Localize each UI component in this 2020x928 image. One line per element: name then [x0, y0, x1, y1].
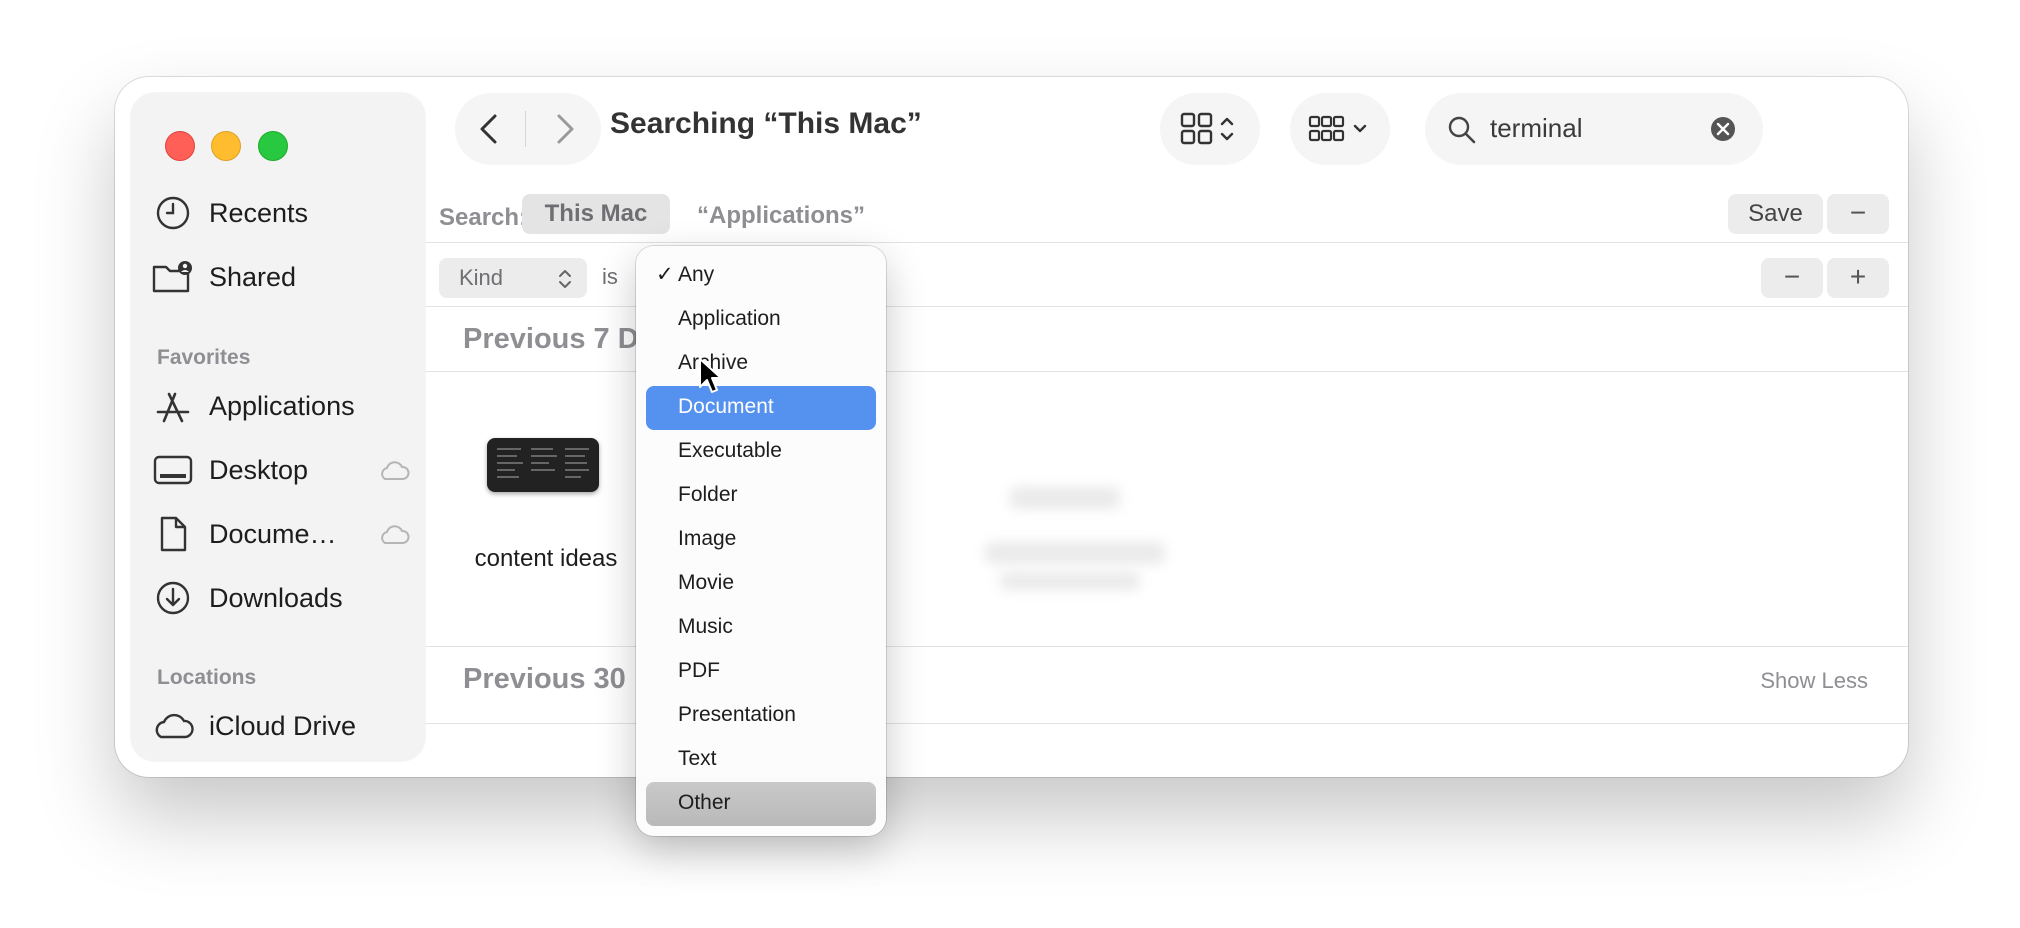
menu-item-label: Presentation — [678, 703, 796, 726]
menu-item-image[interactable]: Image — [646, 518, 876, 562]
menu-item-document[interactable]: Document — [646, 386, 876, 430]
attribute-value: Kind — [459, 265, 504, 290]
sidebar-item-label: iCloud Drive — [209, 710, 357, 741]
sidebar-item-label: Applications — [209, 390, 355, 421]
icloud-icon — [151, 706, 195, 746]
sidebar: Recents Shared Favorites Applications De… — [131, 93, 425, 761]
minimize-button[interactable] — [211, 131, 241, 161]
sidebar-item-downloads[interactable]: Downloads — [151, 574, 411, 622]
menu-item-label: Movie — [678, 571, 735, 594]
menu-item-presentation[interactable]: Presentation — [646, 694, 876, 738]
sidebar-item-documents[interactable]: Docume… — [151, 510, 411, 558]
group-by-button[interactable] — [1290, 93, 1390, 165]
downloads-icon — [151, 578, 195, 618]
menu-item-label: Application — [678, 307, 781, 330]
menu-item-folder[interactable]: Folder — [646, 474, 876, 518]
scope-applications-button[interactable]: “Applications” — [697, 202, 865, 230]
document-icon — [151, 514, 195, 554]
sidebar-item-applications[interactable]: Applications — [151, 382, 411, 430]
favorites-heading: Favorites — [157, 346, 251, 369]
blurred-content — [985, 542, 1165, 564]
show-less-button[interactable]: Show Less — [1760, 668, 1868, 694]
icon-grid-icon — [1180, 112, 1234, 145]
forward-button[interactable] — [553, 113, 577, 150]
menu-item-label: Document — [678, 395, 774, 418]
sidebar-item-label: Recents — [209, 197, 309, 228]
add-criteria-button[interactable]: + — [1827, 258, 1889, 298]
kind-dropdown-menu: ✓ Any Application Archive Document Execu… — [636, 246, 886, 836]
shared-folder-icon — [151, 257, 195, 297]
chevron-left-icon — [480, 114, 497, 144]
back-button[interactable] — [477, 113, 501, 150]
search-icon — [1448, 116, 1476, 144]
sidebar-item-label: Shared — [209, 261, 297, 292]
attribute-popup[interactable]: Kind — [439, 258, 587, 298]
blurred-content — [1000, 572, 1140, 590]
locations-heading: Locations — [157, 666, 257, 689]
search-input[interactable]: terminal — [1490, 113, 1582, 144]
sidebar-item-desktop[interactable]: Desktop — [151, 446, 411, 494]
clock-icon — [151, 193, 195, 233]
clear-search-button[interactable] — [1710, 116, 1736, 147]
menu-item-label: PDF — [678, 659, 720, 682]
operator-label: is — [602, 264, 618, 289]
menu-item-label: Executable — [678, 439, 782, 462]
sidebar-item-label: Desktop — [209, 454, 309, 485]
sidebar-item-recents[interactable]: Recents — [151, 189, 411, 237]
remove-scope-button[interactable]: − — [1827, 194, 1889, 234]
sidebar-item-label: Downloads — [209, 582, 343, 613]
menu-item-label: Text — [678, 747, 717, 770]
divider — [425, 242, 1908, 243]
divider — [525, 111, 526, 147]
section-header-previous-30-days: Previous 30 — [463, 663, 626, 695]
icloud-status-icon — [377, 524, 411, 551]
navigation-group — [455, 93, 601, 165]
menu-item-music[interactable]: Music — [646, 606, 876, 650]
zoom-button[interactable] — [258, 131, 288, 161]
sidebar-item-icloud-drive[interactable]: iCloud Drive — [151, 702, 411, 750]
checkmark-icon: ✓ — [656, 263, 674, 286]
menu-item-label: Any — [678, 263, 715, 286]
applications-icon — [151, 386, 195, 426]
chevron-updown-icon — [559, 270, 571, 288]
clear-icon — [1711, 117, 1735, 141]
sidebar-item-label: Docume… — [209, 518, 337, 549]
mouse-pointer-icon — [698, 357, 724, 400]
menu-item-pdf[interactable]: PDF — [646, 650, 876, 694]
search-field[interactable]: terminal — [1425, 93, 1763, 165]
finder-window: Recents Shared Favorites Applications De… — [115, 77, 1908, 777]
window-title: Searching “This Mac” — [610, 107, 922, 140]
menu-item-label: Folder — [678, 483, 738, 506]
menu-item-archive[interactable]: Archive — [646, 342, 876, 386]
menu-item-application[interactable]: Application — [646, 298, 876, 342]
file-thumbnail — [487, 438, 599, 492]
menu-item-any[interactable]: ✓ Any — [646, 254, 876, 298]
scope-this-mac-button[interactable]: This Mac — [522, 194, 670, 234]
remove-criteria-button[interactable]: − — [1761, 258, 1823, 298]
view-mode-button[interactable] — [1160, 93, 1260, 165]
file-name: content ideas — [474, 545, 618, 572]
section-header-previous-7-days: Previous 7 D — [463, 323, 639, 355]
menu-item-label: Image — [678, 527, 737, 550]
desktop-icon — [151, 450, 195, 490]
save-search-button[interactable]: Save — [1728, 194, 1823, 234]
scope-label: Search: — [439, 204, 528, 231]
chevron-right-icon — [557, 114, 574, 144]
sidebar-item-shared[interactable]: Shared — [151, 253, 411, 301]
menu-item-label: Music — [678, 615, 733, 638]
search-scope-bar: Search: This Mac “Applications” Save − — [425, 194, 1908, 244]
menu-item-other[interactable]: Other — [646, 782, 876, 826]
menu-item-executable[interactable]: Executable — [646, 430, 876, 474]
menu-item-label: Other — [678, 791, 731, 814]
icloud-status-icon — [377, 460, 411, 487]
menu-item-movie[interactable]: Movie — [646, 562, 876, 606]
menu-item-text[interactable]: Text — [646, 738, 876, 782]
close-button[interactable] — [165, 131, 195, 161]
group-grid-icon — [1308, 115, 1367, 142]
blurred-content — [1010, 487, 1120, 509]
